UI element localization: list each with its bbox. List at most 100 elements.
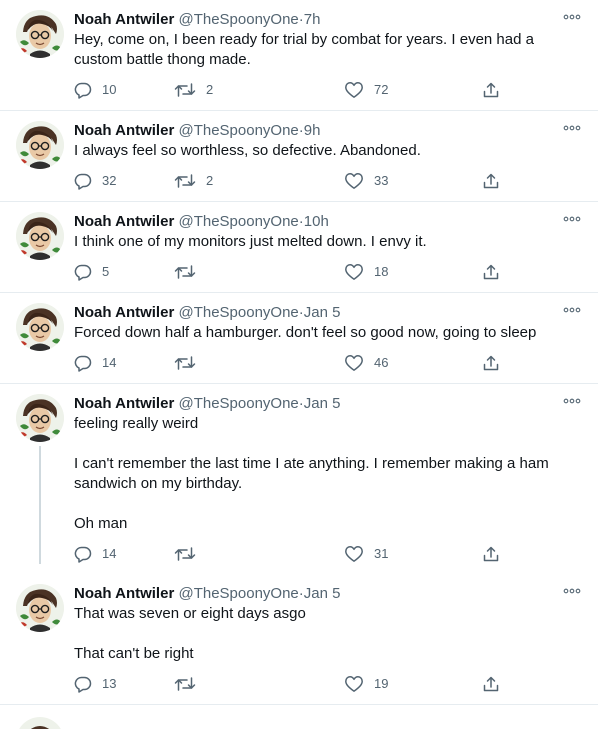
reply-button[interactable]: 32 xyxy=(74,171,116,191)
like-button[interactable]: 18 xyxy=(344,262,388,282)
retweet-button[interactable] xyxy=(174,544,206,564)
avatar[interactable] xyxy=(16,303,64,351)
reply-button[interactable]: 13 xyxy=(74,674,116,694)
like-button[interactable]: 31 xyxy=(344,544,388,564)
like-button[interactable]: 33 xyxy=(344,171,388,191)
avatar-icon xyxy=(16,212,64,260)
share-button[interactable] xyxy=(482,353,500,373)
retweet-button[interactable] xyxy=(174,353,206,373)
tweet-paragraph: That can't be right xyxy=(74,645,194,662)
display-name[interactable]: Noah Antwiler xyxy=(74,395,174,412)
avatar-icon xyxy=(16,394,64,442)
share-icon xyxy=(483,676,499,692)
tweet-actions: 10 2 72 xyxy=(74,80,582,100)
avatar[interactable] xyxy=(16,212,64,260)
tweet-paragraph: Forced down half a hamburger. don't feel… xyxy=(74,324,537,341)
timestamp[interactable]: Jan 5 xyxy=(304,304,341,321)
user-handle[interactable]: @TheSpoonyOne xyxy=(178,11,298,28)
avatar[interactable] xyxy=(16,584,64,632)
timestamp[interactable]: 10h xyxy=(304,213,329,230)
like-button[interactable]: 19 xyxy=(344,674,388,694)
more-options-button[interactable] xyxy=(562,212,582,226)
reply-button[interactable]: 14 xyxy=(74,353,116,373)
more-options-button[interactable] xyxy=(562,394,582,408)
retweet-button[interactable]: 2 xyxy=(174,80,213,100)
timestamp[interactable]: Jan 5 xyxy=(304,585,341,602)
tweet[interactable]: Noah Antwiler @TheSpoonyOne·Jan 5 Forced… xyxy=(0,293,598,384)
tweet-text: Hey, come on, I been ready for trial by … xyxy=(74,30,582,70)
avatar[interactable] xyxy=(16,121,64,169)
more-options-icon xyxy=(563,398,581,404)
reply-count: 32 xyxy=(102,173,117,188)
share-button[interactable] xyxy=(482,544,500,564)
tweet-header: Noah Antwiler @TheSpoonyOne·10h xyxy=(74,212,582,232)
more-options-button[interactable] xyxy=(562,10,582,24)
display-name[interactable]: Noah Antwiler xyxy=(74,213,174,230)
display-name[interactable]: Noah Antwiler xyxy=(74,304,174,321)
reply-count: 13 xyxy=(102,676,117,691)
tweet-paragraph: feeling really weird xyxy=(74,415,199,432)
reply-count: 14 xyxy=(102,546,117,561)
reply-icon xyxy=(74,264,92,281)
tweet[interactable]: Noah Antwiler @TheSpoonyOne·7h Hey, come… xyxy=(0,0,598,111)
retweet-icon xyxy=(174,356,196,370)
timestamp[interactable]: 7h xyxy=(304,11,321,28)
reply-icon xyxy=(74,173,92,190)
display-name[interactable]: Noah Antwiler xyxy=(74,11,174,28)
retweet-button[interactable]: 2 xyxy=(174,171,213,191)
more-options-icon xyxy=(563,307,581,313)
more-options-icon xyxy=(563,216,581,222)
heart-icon xyxy=(345,173,363,189)
more-options-button[interactable] xyxy=(562,584,582,598)
reply-icon xyxy=(74,355,92,372)
tweet-header: Noah Antwiler @TheSpoonyOne·Jan 5 xyxy=(74,394,582,414)
avatar-icon xyxy=(16,10,64,58)
next-tweet-avatar[interactable] xyxy=(16,717,64,729)
retweet-icon xyxy=(174,174,196,188)
avatar[interactable] xyxy=(16,394,64,442)
tweet[interactable]: Noah Antwiler @TheSpoonyOne·10h I think … xyxy=(0,202,598,293)
thread-connector-line xyxy=(39,446,41,564)
heart-icon xyxy=(345,355,363,371)
share-icon xyxy=(483,173,499,189)
reply-button[interactable]: 10 xyxy=(74,80,116,100)
reply-button[interactable]: 5 xyxy=(74,262,109,282)
tweet-actions: 5 18 xyxy=(74,262,582,282)
retweet-icon xyxy=(174,265,196,279)
tweet-text: I think one of my monitors just melted d… xyxy=(74,232,582,252)
retweet-count: 2 xyxy=(206,173,214,188)
user-handle[interactable]: @TheSpoonyOne xyxy=(178,395,298,412)
retweet-count: 2 xyxy=(206,82,214,97)
heart-icon xyxy=(345,82,363,98)
retweet-button[interactable] xyxy=(174,674,206,694)
like-button[interactable]: 72 xyxy=(344,80,388,100)
like-count: 72 xyxy=(374,82,389,97)
reply-icon xyxy=(74,82,92,99)
avatar-icon xyxy=(16,584,64,632)
like-button[interactable]: 46 xyxy=(344,353,388,373)
tweet[interactable]: Noah Antwiler @TheSpoonyOne·Jan 5 That w… xyxy=(0,574,598,705)
user-handle[interactable]: @TheSpoonyOne xyxy=(178,304,298,321)
share-button[interactable] xyxy=(482,171,500,191)
like-count: 33 xyxy=(374,173,389,188)
tweet-header: Noah Antwiler @TheSpoonyOne·7h xyxy=(74,10,582,30)
more-options-icon xyxy=(563,588,581,594)
share-button[interactable] xyxy=(482,80,500,100)
share-icon xyxy=(483,82,499,98)
user-handle[interactable]: @TheSpoonyOne xyxy=(178,122,298,139)
more-options-button[interactable] xyxy=(562,303,582,317)
user-handle[interactable]: @TheSpoonyOne xyxy=(178,585,298,602)
share-button[interactable] xyxy=(482,674,500,694)
reply-button[interactable]: 14 xyxy=(74,544,116,564)
user-handle[interactable]: @TheSpoonyOne xyxy=(178,213,298,230)
retweet-button[interactable] xyxy=(174,262,206,282)
tweet[interactable]: Noah Antwiler @TheSpoonyOne·Jan 5 feelin… xyxy=(0,384,598,564)
more-options-button[interactable] xyxy=(562,121,582,135)
timestamp[interactable]: Jan 5 xyxy=(304,395,341,412)
timestamp[interactable]: 9h xyxy=(304,122,321,139)
display-name[interactable]: Noah Antwiler xyxy=(74,585,174,602)
tweet[interactable]: Noah Antwiler @TheSpoonyOne·9h I always … xyxy=(0,111,598,202)
display-name[interactable]: Noah Antwiler xyxy=(74,122,174,139)
avatar[interactable] xyxy=(16,10,64,58)
share-button[interactable] xyxy=(482,262,500,282)
